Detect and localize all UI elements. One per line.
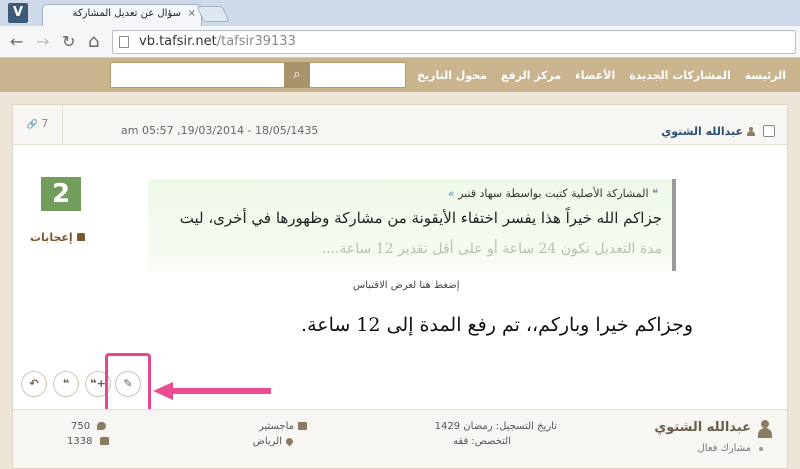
thumbs-up-icon bbox=[76, 233, 85, 241]
likes-total: 1338 bbox=[67, 436, 109, 447]
quote-text-line: جزاكم الله خيراً هذا يفسر اختفاء الأيقون… bbox=[179, 209, 662, 227]
user-avatar-icon bbox=[757, 420, 773, 438]
address-url: vb.tafsir.net/tafsir39133 bbox=[139, 34, 296, 49]
likes-total-value: 1338 bbox=[67, 436, 93, 447]
forward-arrow-icon[interactable]: → bbox=[36, 32, 49, 52]
status-dot bbox=[759, 447, 763, 451]
nav-link-home[interactable]: الرئيسة bbox=[745, 69, 786, 82]
forum-navbar: الرئيسة المشاركات الجديدة الأعضاء مركز ا… bbox=[0, 58, 800, 92]
quote-block: ❝ المشاركة الأصلية كتبت بواسطة سهاد قنبر… bbox=[148, 179, 676, 271]
post-author-name: عبدالله الشتوي bbox=[661, 125, 743, 138]
nav-link-members[interactable]: الأعضاء bbox=[575, 69, 615, 82]
degree-text: ماجستير bbox=[258, 421, 294, 432]
back-arrow-icon[interactable]: ← bbox=[10, 32, 23, 52]
author-specialty: التخصص: فقه bbox=[453, 436, 511, 447]
search-icon[interactable]: ⌕ bbox=[284, 62, 310, 88]
view-post-icon[interactable]: » bbox=[448, 187, 458, 200]
author-city: الرياض bbox=[252, 436, 295, 447]
contrast-icon[interactable] bbox=[147, 69, 159, 81]
browser-tab[interactable]: سؤال عن تعديل المشاركة × bbox=[42, 4, 202, 26]
link-icon: 🔗 bbox=[26, 120, 38, 130]
address-bar[interactable]: vb.tafsir.net/tafsir39133 bbox=[112, 30, 796, 54]
tab-title: سؤال عن تعديل المشاركة bbox=[72, 8, 181, 19]
post-select-checkbox[interactable] bbox=[763, 125, 775, 137]
book-icon bbox=[298, 422, 307, 430]
quote-text-faded: مدة التعديل تكون 24 ساعة أو على أقل تقدي… bbox=[321, 241, 662, 257]
post-message: وجزاكم خيرا وباركم،، تم رفع المدة إلى 12… bbox=[301, 314, 693, 336]
author-info-bar: عبدالله الشتوي مشارك فعال تاريخ التسجيل:… bbox=[13, 409, 787, 468]
post-author-link[interactable]: عبدالله الشتوي bbox=[661, 125, 755, 138]
app-logo-icon: V bbox=[8, 3, 28, 23]
nav-link-new-posts[interactable]: المشاركات الجديدة bbox=[629, 69, 731, 82]
advanced-search-link[interactable]: بحث متقدم bbox=[204, 68, 265, 81]
browser-tabstrip: V سؤال عن تعديل المشاركة × bbox=[0, 0, 800, 26]
location-pin-icon bbox=[284, 436, 295, 447]
reload-icon[interactable]: ↻ bbox=[62, 32, 75, 52]
thumbs-up-icon bbox=[99, 437, 109, 445]
comment-icon bbox=[97, 422, 107, 430]
highlight-box bbox=[105, 353, 151, 415]
footer-author-name[interactable]: عبدالله الشتوي bbox=[654, 420, 751, 435]
annotation-arrow bbox=[153, 382, 271, 400]
quote-button[interactable]: ❝ bbox=[53, 371, 79, 397]
user-icon bbox=[747, 127, 755, 136]
author-rank: مشارك فعال bbox=[697, 443, 752, 454]
registration-date: تاريخ التسجيل: رمضان 1429 bbox=[434, 421, 557, 432]
post-header: 🔗 7 am 05:57 ,19/03/2014 - 18/05/1435 عب… bbox=[13, 105, 787, 145]
post-date: am 05:57 ,19/03/2014 - 18/05/1435 bbox=[121, 124, 319, 137]
likes-link[interactable]: إعجابات bbox=[30, 231, 85, 244]
nav-link-date-converter[interactable]: محول التاريخ bbox=[417, 69, 487, 82]
post-count: 750 bbox=[71, 421, 107, 432]
tab-close-icon[interactable]: × bbox=[188, 8, 196, 19]
quote-author-text: المشاركة الأصلية كتبت بواسطة سهاد قنبر bbox=[458, 187, 649, 200]
nav-link-upload-center[interactable]: مركز الرفع bbox=[501, 69, 561, 82]
quote-attribution: ❝ المشاركة الأصلية كتبت بواسطة سهاد قنبر… bbox=[448, 187, 658, 200]
home-icon[interactable]: ⌂ bbox=[88, 32, 99, 52]
forum-post: 🔗 7 am 05:57 ,19/03/2014 - 18/05/1435 عب… bbox=[12, 104, 788, 469]
reply-button[interactable]: ↶ bbox=[21, 371, 47, 397]
browser-toolbar: ← → ↻ ⌂ vb.tafsir.net/tafsir39133 bbox=[0, 26, 800, 58]
post-number-link[interactable]: 🔗 7 bbox=[13, 105, 63, 145]
quote-icon: ❝ bbox=[648, 187, 658, 200]
city-text: الرياض bbox=[252, 436, 282, 447]
expand-quote-link[interactable]: إضغط هنا لعرض الاقتباس bbox=[353, 280, 460, 291]
likes-count: 2 bbox=[41, 177, 81, 211]
likes-label: إعجابات bbox=[30, 231, 73, 244]
mobile-icon[interactable] bbox=[176, 68, 184, 81]
author-degree: ماجستير bbox=[259, 421, 307, 432]
nav-links: الرئيسة المشاركات الجديدة الأعضاء مركز ا… bbox=[417, 58, 786, 92]
post-count-value: 750 bbox=[71, 421, 91, 432]
page-icon bbox=[119, 36, 129, 48]
post-number: 7 bbox=[41, 117, 49, 130]
